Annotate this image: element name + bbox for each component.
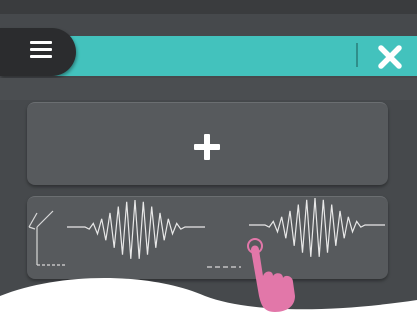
header-shadow-strip — [0, 78, 417, 100]
waveform-card[interactable] — [27, 196, 388, 279]
hamburger-menu-icon — [30, 40, 52, 60]
waveform-preview — [28, 197, 385, 268]
plus-icon — [194, 134, 220, 160]
top-status-strip — [0, 0, 417, 14]
menu-button[interactable] — [0, 28, 76, 76]
header-separator — [356, 43, 358, 67]
tap-hand-icon — [247, 238, 295, 312]
close-x-icon[interactable] — [376, 43, 404, 71]
bottom-curve-overlay — [0, 278, 417, 313]
waveform-axis-icon — [28, 210, 65, 266]
waveform-icon — [67, 199, 205, 259]
